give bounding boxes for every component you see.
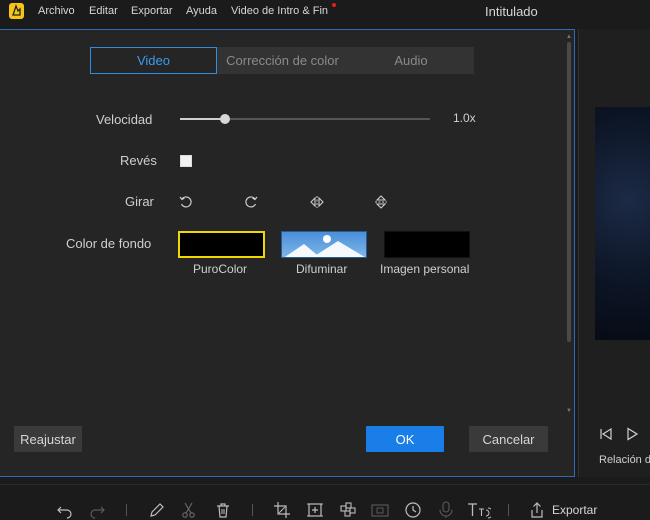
flip-vertical-icon[interactable] xyxy=(373,194,389,210)
crop-icon[interactable] xyxy=(273,501,291,519)
redo-icon[interactable] xyxy=(88,501,106,519)
menu-editar[interactable]: Editar xyxy=(89,5,118,17)
speed-value: 1.0x xyxy=(453,111,476,125)
rotate-label: Girar xyxy=(125,194,154,209)
flip-horizontal-icon[interactable] xyxy=(309,194,325,210)
scroll-up-arrow-icon[interactable]: ▲ xyxy=(566,34,572,40)
speed-label: Velocidad xyxy=(96,112,153,127)
menu-exportar[interactable]: Exportar xyxy=(131,5,173,17)
tab-bar: Video Corrección de color Audio xyxy=(90,47,474,74)
microphone-icon[interactable] xyxy=(437,501,455,519)
bg-option-blur[interactable] xyxy=(281,231,367,258)
reverse-checkbox[interactable] xyxy=(180,155,192,167)
menu-archivo[interactable]: Archivo xyxy=(38,5,75,17)
speed-slider-fill xyxy=(180,118,225,120)
export-button[interactable]: Exportar xyxy=(552,503,597,517)
tab-color-correction[interactable]: Corrección de color xyxy=(217,47,348,74)
landscape-icon xyxy=(284,235,365,257)
dialog-scrollbar[interactable] xyxy=(567,42,571,342)
zoom-frame-icon[interactable] xyxy=(306,501,324,519)
bg-option-pure-color[interactable] xyxy=(178,231,265,258)
delete-trash-icon[interactable] xyxy=(214,501,232,519)
step-back-icon[interactable] xyxy=(599,427,613,444)
duration-clock-icon[interactable] xyxy=(404,501,422,519)
scroll-down-arrow-icon[interactable]: ▼ xyxy=(566,408,572,414)
bg-label-custom-image: Imagen personal xyxy=(380,262,470,276)
aspect-ratio-label: Relación de xyxy=(599,454,650,466)
toolbar-divider xyxy=(252,504,253,516)
bg-option-custom-image[interactable] xyxy=(384,231,470,258)
cancel-button[interactable]: Cancelar xyxy=(469,426,548,452)
bg-label-pure-color: PuroColor xyxy=(193,262,248,276)
tab-video[interactable]: Video xyxy=(90,47,217,74)
video-settings-dialog: Video Corrección de color Audio Velocida… xyxy=(0,29,575,477)
bg-label-blur: Difuminar xyxy=(296,262,348,276)
window-title: Intitulado xyxy=(485,4,538,19)
reset-button[interactable]: Reajustar xyxy=(14,426,82,452)
tab-audio[interactable]: Audio xyxy=(348,47,474,74)
menu-ayuda[interactable]: Ayuda xyxy=(186,5,217,17)
text-to-speech-icon[interactable] xyxy=(467,501,491,519)
rotate-left-icon[interactable] xyxy=(178,194,194,210)
undo-icon[interactable] xyxy=(56,501,74,519)
play-icon[interactable] xyxy=(625,427,639,444)
app-logo-icon xyxy=(9,3,24,19)
background-label: Color de fondo xyxy=(66,236,152,251)
ok-button[interactable]: OK xyxy=(366,426,444,452)
freeze-frame-icon[interactable] xyxy=(371,501,389,519)
menu-intro-fin[interactable]: Video de Intro & Fin xyxy=(231,5,328,17)
menu-bar: Archivo Editar Exportar Ayuda Video de I… xyxy=(0,0,650,24)
speed-slider-thumb[interactable] xyxy=(220,114,230,124)
mosaic-icon[interactable] xyxy=(339,501,357,519)
export-icon[interactable] xyxy=(528,501,546,519)
toolbar-divider xyxy=(126,504,127,516)
preview-panel: Relación de xyxy=(578,29,650,477)
toolbar-divider xyxy=(508,504,509,516)
reverse-label: Revés xyxy=(120,153,157,168)
notification-dot xyxy=(332,3,336,7)
rotate-right-icon[interactable] xyxy=(243,194,259,210)
edit-pencil-icon[interactable] xyxy=(148,501,166,519)
scissors-icon[interactable] xyxy=(180,501,198,519)
bottom-toolbar: Exportar xyxy=(0,484,650,520)
speed-slider[interactable] xyxy=(180,114,430,124)
preview-video xyxy=(595,107,650,340)
